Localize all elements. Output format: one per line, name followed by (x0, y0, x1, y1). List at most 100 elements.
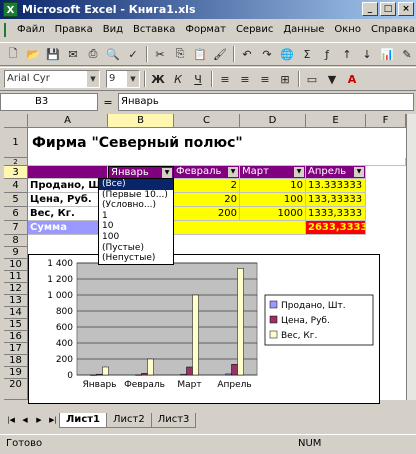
column-header-a[interactable]: A (28, 114, 108, 128)
open-icon[interactable]: 📂 (24, 45, 42, 63)
grid-cell[interactable] (28, 158, 406, 166)
column-header-c[interactable]: C (174, 114, 240, 128)
undo-icon[interactable]: ↶ (238, 45, 256, 63)
menu-format[interactable]: Формат (180, 24, 231, 35)
filter-option-value[interactable]: 1 (99, 211, 173, 222)
filter-option-top10[interactable]: (Первые 10...) (99, 190, 173, 201)
row-header-6[interactable]: 6 (4, 207, 28, 221)
cut-icon[interactable]: ✂ (151, 45, 169, 63)
row-header-2[interactable]: 2 (4, 158, 28, 166)
label-weight[interactable]: Вес, Кг. (28, 207, 108, 221)
workbook-icon[interactable] (4, 22, 6, 37)
menu-tools[interactable]: Сервис (231, 24, 278, 35)
grid-cell[interactable] (28, 166, 108, 179)
menu-file[interactable]: Файл (12, 24, 50, 35)
value-cell[interactable]: 2 (174, 179, 240, 193)
font-color-icon[interactable]: A (343, 70, 361, 88)
hyperlink-icon[interactable]: 🌐 (278, 45, 296, 63)
row-header-13[interactable]: 13 (4, 295, 28, 307)
fill-color-icon[interactable]: ▼ (323, 70, 341, 88)
prev-sheet-icon[interactable]: ◀ (18, 413, 32, 427)
formula-input[interactable]: Январь (118, 93, 414, 111)
label-price[interactable]: Цена, Руб. (28, 193, 108, 207)
preview-icon[interactable]: 🔍 (104, 45, 122, 63)
column-header-d[interactable]: D (240, 114, 306, 128)
maximize-button[interactable]: □ (380, 2, 396, 16)
column-header-b[interactable]: B (108, 114, 174, 128)
font-name-select[interactable]: Arial Cyr ▼ (4, 70, 100, 88)
value-cell[interactable]: 20 (174, 193, 240, 207)
chart-wizard-icon[interactable]: 📊 (378, 45, 396, 63)
row-header-5[interactable]: 5 (4, 193, 28, 207)
chevron-down-icon[interactable]: ▼ (127, 71, 139, 87)
value-cell[interactable]: 1000 (240, 207, 306, 221)
menu-view[interactable]: Вид (98, 24, 128, 35)
row-header-20[interactable]: 20 (4, 379, 28, 400)
save-icon[interactable]: 💾 (44, 45, 62, 63)
menu-help[interactable]: Справка (366, 24, 416, 35)
sort-asc-icon[interactable]: ↑ (338, 45, 356, 63)
value-cell[interactable]: 133,33333 (306, 193, 366, 207)
borders-icon[interactable]: ▭ (303, 70, 321, 88)
value-cell[interactable]: 10 (240, 179, 306, 193)
last-sheet-icon[interactable]: ▶| (46, 413, 60, 427)
column-header-f[interactable]: F (366, 114, 406, 128)
sheet-tab-2[interactable]: Лист2 (106, 412, 152, 428)
column-header-e[interactable]: E (306, 114, 366, 128)
row-header-14[interactable]: 14 (4, 307, 28, 319)
align-center-icon[interactable]: ≡ (236, 70, 254, 88)
sheet-tab-1[interactable]: Лист1 (59, 412, 107, 428)
first-sheet-icon[interactable]: |◀ (4, 413, 18, 427)
row-header-15[interactable]: 15 (4, 319, 28, 331)
align-right-icon[interactable]: ≡ (256, 70, 274, 88)
filter-option-custom[interactable]: (Условно...) (99, 200, 173, 211)
autosum-icon[interactable]: Σ (298, 45, 316, 63)
row-header-9[interactable]: 9 (4, 247, 28, 259)
function-icon[interactable]: ƒ (318, 45, 336, 63)
copy-icon[interactable]: ⎘ (171, 45, 189, 63)
filter-dropdown-icon[interactable]: ▼ (294, 167, 304, 177)
underline-icon[interactable]: Ч (189, 70, 207, 88)
label-sold[interactable]: Продано, Шт. (28, 179, 108, 193)
row-header-12[interactable]: 12 (4, 283, 28, 295)
filter-option-blanks[interactable]: (Пустые) (99, 243, 173, 254)
new-icon[interactable]: 🗋 (4, 45, 22, 63)
redo-icon[interactable]: ↷ (258, 45, 276, 63)
value-cell[interactable]: 100 (240, 193, 306, 207)
value-cell[interactable]: 1333,3333 (306, 207, 366, 221)
filter-dropdown-icon[interactable]: ▼ (228, 167, 238, 177)
bold-icon[interactable]: Ж (149, 70, 167, 88)
header-february[interactable]: Февраль ▼ (174, 166, 240, 179)
sheet-title[interactable]: Фирма "Северный полюс" (28, 128, 406, 158)
value-cell[interactable]: 200 (174, 207, 240, 221)
paste-icon[interactable]: 📋 (191, 45, 209, 63)
align-left-icon[interactable]: ≡ (216, 70, 234, 88)
row-header-3[interactable]: 3 (4, 166, 28, 179)
row-header-1[interactable]: 1 (4, 128, 28, 158)
filter-dropdown-icon[interactable]: ▼ (354, 167, 364, 177)
minimize-button[interactable]: _ (362, 2, 378, 16)
sort-desc-icon[interactable]: ↓ (358, 45, 376, 63)
value-cell[interactable]: 13.333333 (306, 179, 366, 193)
row-header-18[interactable]: 18 (4, 355, 28, 367)
excel-app-icon[interactable]: X (3, 2, 18, 17)
italic-icon[interactable]: К (169, 70, 187, 88)
label-sum[interactable]: Сумма (28, 221, 108, 235)
vertical-scrollbar[interactable] (406, 114, 416, 400)
format-painter-icon[interactable]: 🖌 (211, 45, 229, 63)
row-header-16[interactable]: 16 (4, 331, 28, 343)
filter-option-all[interactable]: (Все) (99, 179, 173, 190)
header-april[interactable]: Апрель ▼ (306, 166, 366, 179)
filter-dropdown-icon[interactable]: ▼ (162, 168, 172, 178)
row-header-17[interactable]: 17 (4, 343, 28, 355)
menu-insert[interactable]: Вставка (128, 24, 180, 35)
mail-icon[interactable]: ✉ (64, 45, 82, 63)
select-all-corner[interactable] (4, 114, 28, 128)
row-header-7[interactable]: 7 (4, 221, 28, 235)
menu-edit[interactable]: Правка (50, 24, 98, 35)
filter-option-nonblanks[interactable]: (Непустые) (99, 253, 173, 264)
next-sheet-icon[interactable]: ▶ (32, 413, 46, 427)
embedded-chart[interactable]: 0 200 400 600 800 1 000 1 200 1 400 Январь Феврал… (28, 254, 380, 404)
chevron-down-icon[interactable]: ▼ (87, 71, 99, 87)
menu-data[interactable]: Данные (278, 24, 329, 35)
